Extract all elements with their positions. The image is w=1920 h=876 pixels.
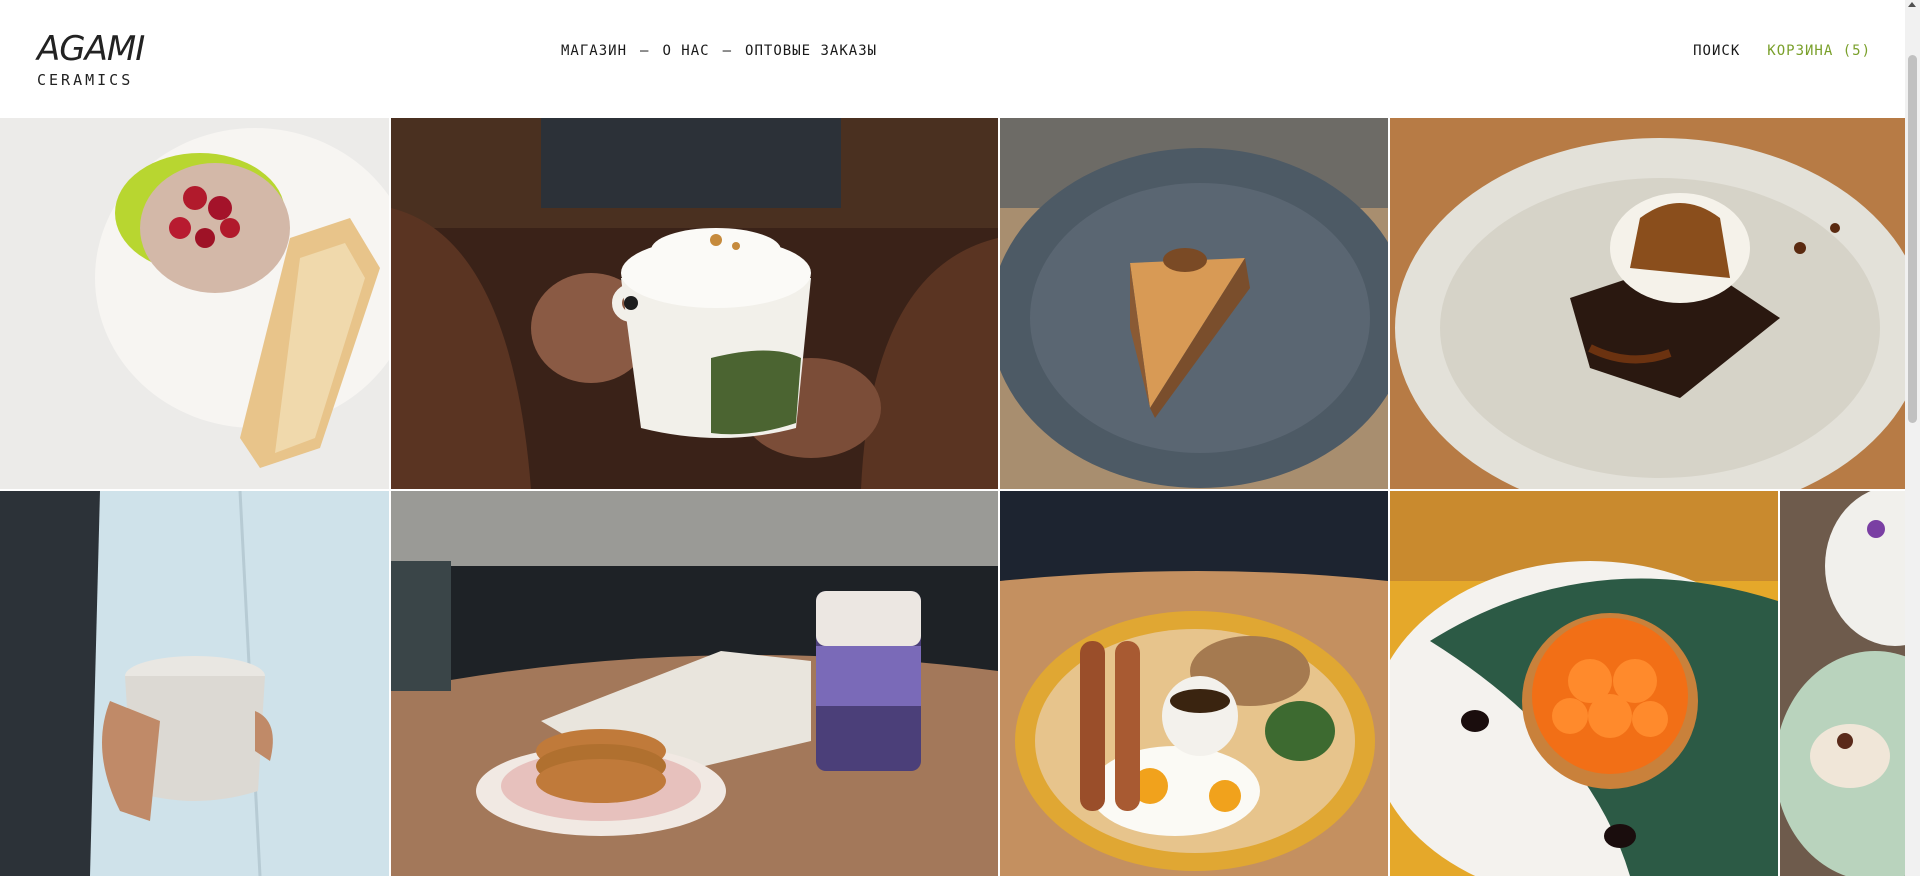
nav-item-wholesale[interactable]: ОПТОВЫЕ ЗАКАЗЫ: [745, 43, 877, 59]
header-actions: ПОИСК КОРЗИНА (5): [1693, 41, 1871, 61]
nav-item-shop[interactable]: МАГАЗИН: [561, 43, 627, 59]
nav-item-about[interactable]: О НАС: [662, 43, 709, 59]
cart-link[interactable]: КОРЗИНА (5): [1767, 43, 1871, 59]
main-nav: МАГАЗИН — О НАС — ОПТОВЫЕ ЗАКАЗЫ: [561, 41, 877, 61]
scroll-thumb[interactable]: [1908, 55, 1917, 423]
nav-separator: —: [722, 43, 733, 59]
page: AGAMI CERAMICS МАГАЗИН — О НАС — ОПТОВЫЕ…: [0, 0, 1920, 876]
gallery-image-speckled-cup[interactable]: [0, 491, 389, 876]
gallery-image-apricot-tart[interactable]: [1390, 491, 1778, 876]
gallery-image-dip-plate[interactable]: [0, 118, 389, 489]
gallery-image-brownie[interactable]: [1390, 118, 1905, 489]
gallery-image-breakfast[interactable]: [1000, 491, 1388, 876]
logo-mark: AGAMI: [37, 29, 145, 69]
gallery-image-cheesecake[interactable]: [1000, 118, 1388, 489]
gallery-image-mint-plate[interactable]: [1780, 491, 1905, 876]
search-link[interactable]: ПОИСК: [1693, 43, 1740, 59]
gallery-image-cream-mug[interactable]: [391, 118, 998, 489]
scroll-up-arrow-icon[interactable]: [1908, 2, 1916, 7]
site-header: AGAMI CERAMICS МАГАЗИН — О НАС — ОПТОВЫЕ…: [0, 0, 1905, 118]
logo-subtitle: CERAMICS: [37, 71, 134, 89]
logo-link[interactable]: AGAMI CERAMICS: [37, 32, 147, 92]
gallery-image-cookies-latte[interactable]: [391, 491, 998, 876]
nav-separator: —: [640, 43, 650, 59]
vertical-scrollbar[interactable]: [1905, 0, 1920, 876]
